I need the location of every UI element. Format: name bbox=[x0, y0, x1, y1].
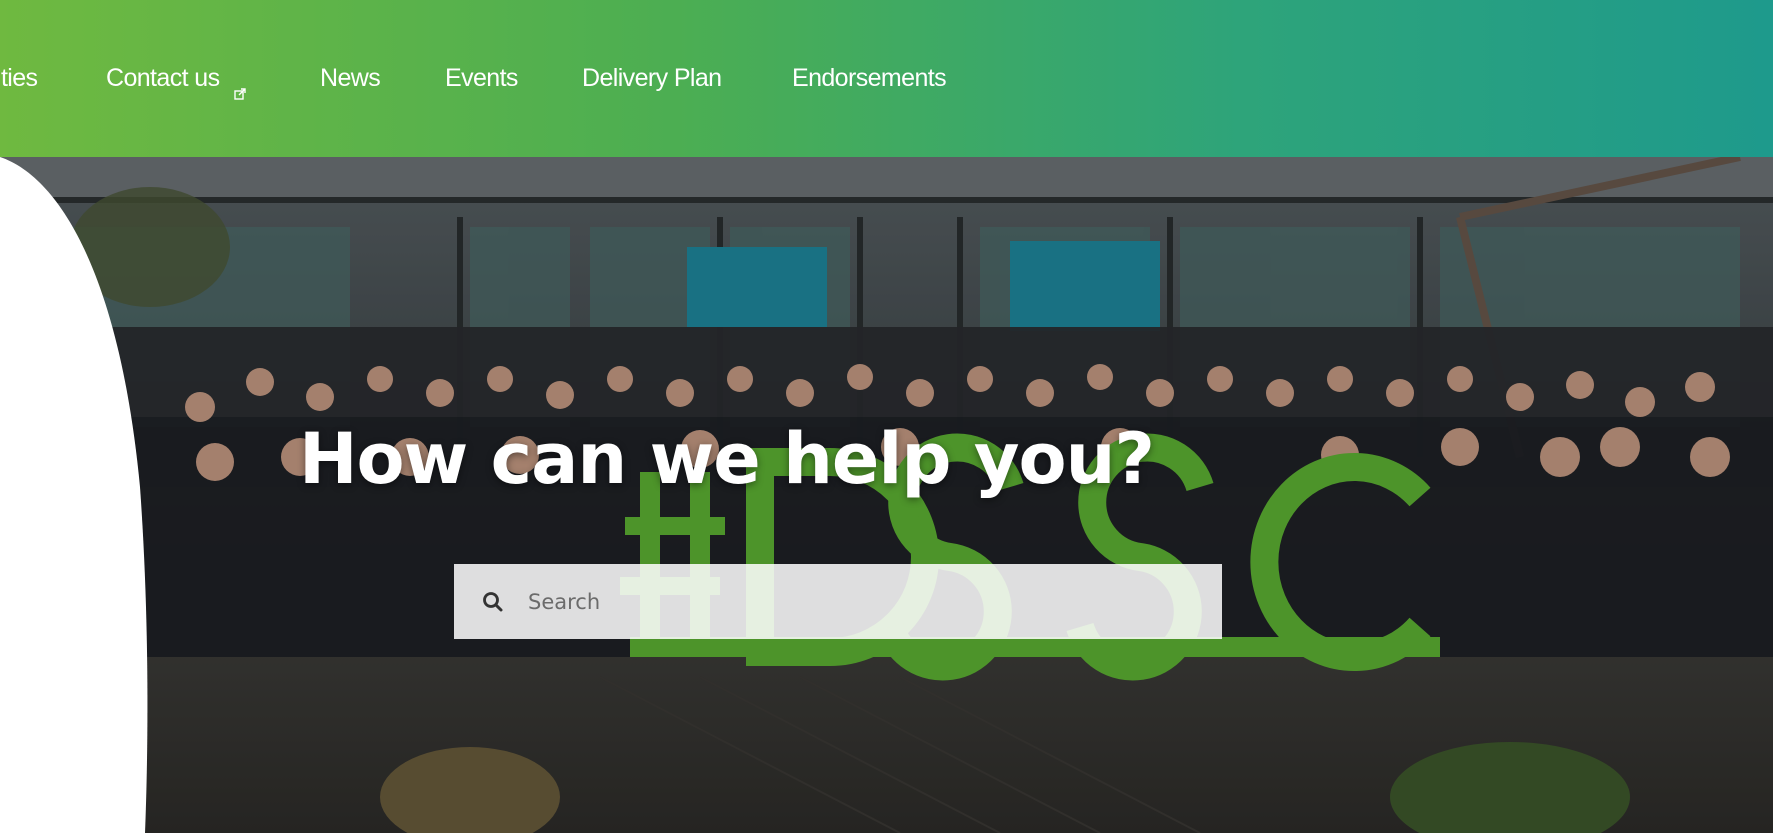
nav-item-label: Delivery Plan bbox=[582, 64, 722, 92]
nav-item-label: News bbox=[320, 64, 381, 92]
hero-title-text: How can we help you? bbox=[298, 418, 1155, 501]
nav-item-activities[interactable]: ities bbox=[0, 58, 38, 98]
nav-item-endorsements[interactable]: Endorsements bbox=[792, 58, 947, 98]
page: ities Contact us News Events Delivery Pl… bbox=[0, 0, 1773, 833]
nav-item-contact-us[interactable]: Contact us bbox=[106, 58, 246, 101]
hero-heading: How can we help you? bbox=[0, 418, 1773, 500]
nav-item-label: Endorsements bbox=[792, 64, 947, 92]
search-bar[interactable] bbox=[454, 564, 1222, 639]
nav-item-label: Contact us bbox=[106, 64, 220, 92]
top-navigation-bar: ities Contact us News Events Delivery Pl… bbox=[0, 0, 1773, 157]
hero-section: How can we help you? bbox=[0, 157, 1773, 833]
external-link-icon bbox=[234, 72, 246, 101]
nav-item-label: Events bbox=[445, 64, 518, 92]
nav-item-news[interactable]: News bbox=[320, 58, 381, 98]
nav-item-delivery-plan[interactable]: Delivery Plan bbox=[582, 58, 722, 98]
search-icon bbox=[482, 591, 504, 613]
nav-item-label: ities bbox=[0, 64, 38, 92]
nav-item-events[interactable]: Events bbox=[445, 58, 518, 98]
search-input[interactable] bbox=[526, 580, 1190, 623]
